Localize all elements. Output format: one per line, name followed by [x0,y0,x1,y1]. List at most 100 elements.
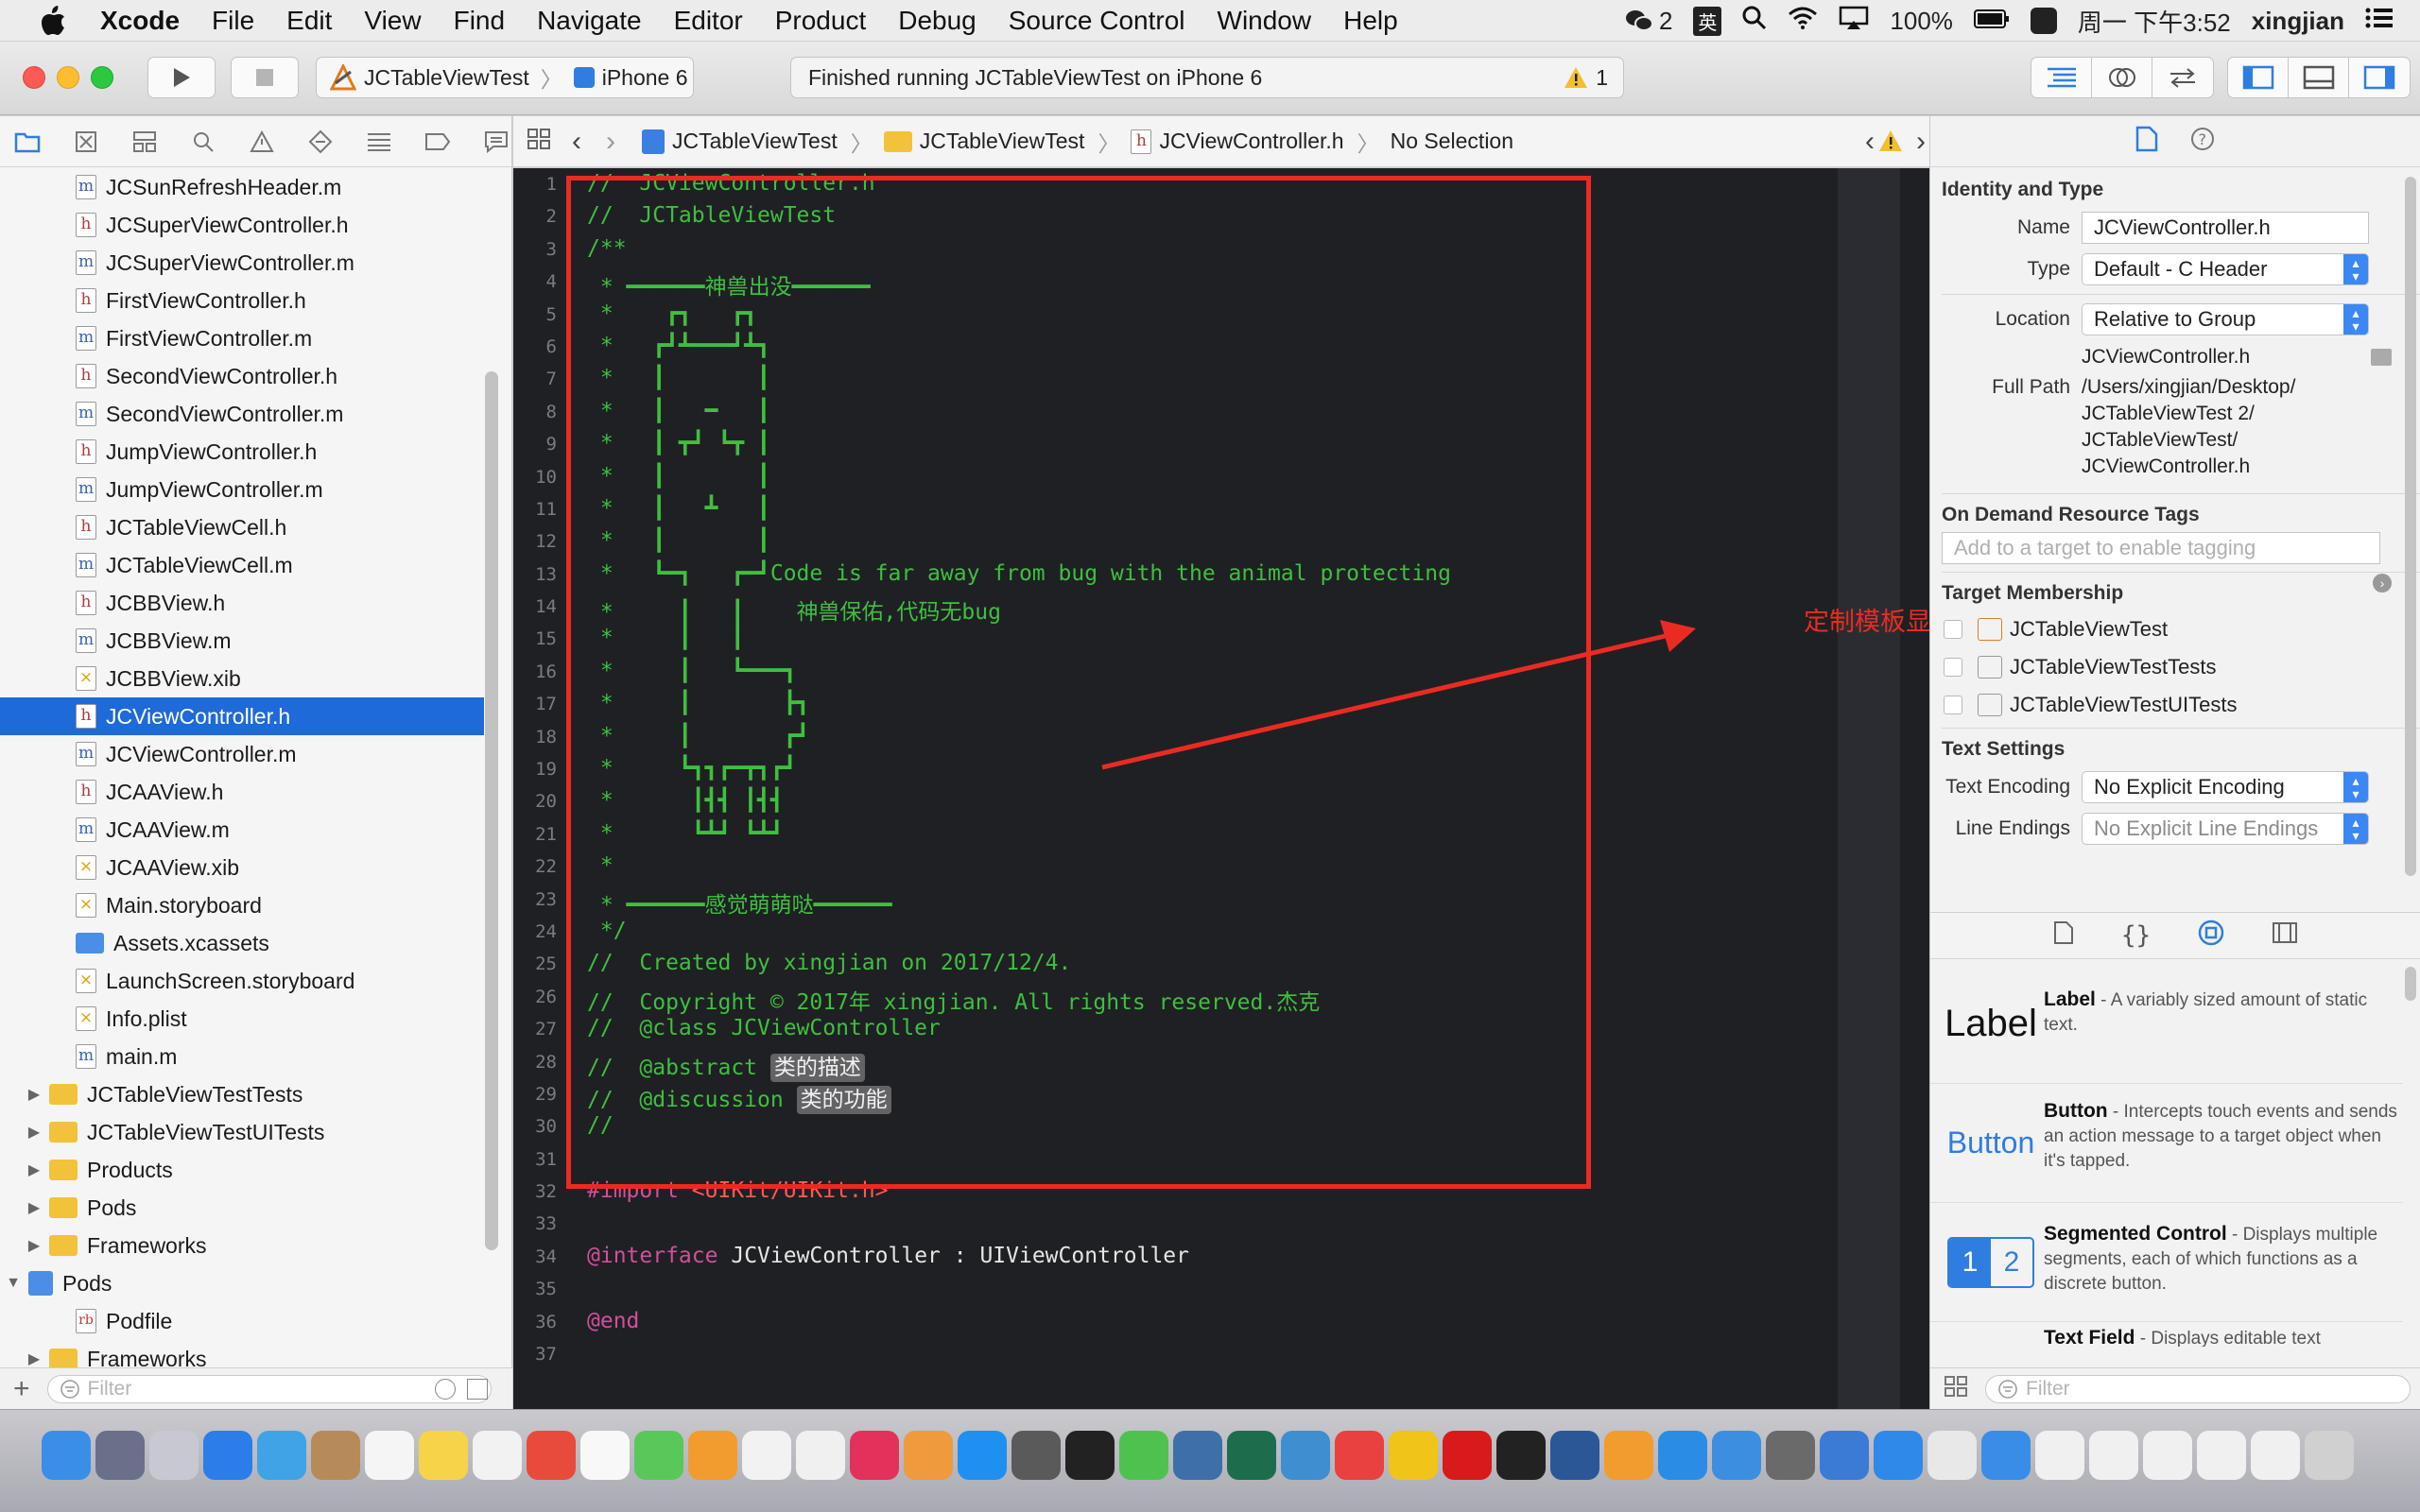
dock-app-icon[interactable] [634,1431,683,1480]
file-row[interactable]: h JCAAView.h [0,773,484,811]
add-icon[interactable]: + [13,1373,30,1405]
dock-app-icon[interactable] [904,1431,953,1480]
name-field[interactable]: JCViewController.h [2082,212,2369,244]
file-row[interactable]: m JCViewController.m [0,735,484,773]
breadcrumb-symbol[interactable]: No Selection [1391,129,1513,154]
dock-app-icon[interactable] [1874,1431,1923,1480]
dock-app-icon[interactable] [958,1431,1007,1480]
file-row[interactable]: m JCBBView.m [0,622,484,660]
disclosure-collapsed-icon[interactable]: ▶ [25,1085,43,1104]
file-row[interactable]: × LaunchScreen.storyboard [0,962,484,1000]
dock-app-icon[interactable] [2035,1431,2084,1480]
dock-app-icon[interactable] [203,1431,252,1480]
dock-app-icon[interactable] [473,1431,522,1480]
dock-app-icon[interactable] [1604,1431,1653,1480]
target-checkbox[interactable] [1944,620,1962,639]
dock-app-icon[interactable] [95,1431,145,1480]
file-row[interactable]: ▶ Frameworks [0,1340,484,1368]
assistant-editor-button[interactable] [2092,58,2152,97]
disclosure-collapsed-icon[interactable]: ▶ [25,1236,43,1255]
spotlight-icon[interactable] [1742,6,1767,37]
file-row[interactable]: ▶ Frameworks [0,1227,484,1264]
navigator-filter-input[interactable]: Filter [46,1374,492,1403]
previous-issue-icon[interactable]: ‹ [1865,126,1875,158]
file-row[interactable]: m main.m [0,1038,484,1075]
scrollbar-app-icon[interactable] [2030,8,2057,34]
navigator-scrollbar[interactable] [485,371,498,1250]
breadcrumb-group[interactable]: JCTableViewTest [883,129,1084,154]
disclosure-collapsed-icon[interactable]: ▶ [25,1123,43,1142]
file-row[interactable]: m JCTableViewCell.m [0,546,484,584]
menu-item-product[interactable]: Product [775,6,867,36]
toggle-utilities-button[interactable] [2349,58,2410,97]
file-row[interactable]: ▶ JCTableViewTestUITests [0,1113,484,1151]
target-checkbox[interactable] [1944,696,1962,714]
input-method-icon[interactable]: 英 [1693,6,1722,36]
file-row[interactable]: × Main.storyboard [0,886,484,924]
source-control-tab-icon[interactable] [72,128,100,156]
inspector-scrollbar[interactable] [2405,177,2416,876]
menu-item-find[interactable]: Find [454,6,505,36]
file-row[interactable]: rb Podfile [0,1302,484,1340]
dock-app-icon[interactable] [1173,1431,1222,1480]
forward-arrow-icon[interactable]: › [606,126,615,158]
dock-app-icon[interactable] [365,1431,414,1480]
dock-app-icon[interactable] [1119,1431,1168,1480]
code-snippet-library-tab-icon[interactable]: {} [2121,921,2151,950]
dock-app-icon[interactable] [1389,1431,1438,1480]
dock-app-icon[interactable] [1820,1431,1869,1480]
disclosure-collapsed-icon[interactable]: ▶ [25,1198,43,1217]
minimize-window-button[interactable] [57,66,79,89]
menu-item-view[interactable]: View [364,6,421,36]
file-row[interactable]: ▶ JCTableViewTestTests [0,1075,484,1113]
library-item-text-field[interactable]: Text Field - Displays editable text [1930,1322,2403,1347]
dock-app-icon[interactable] [1981,1431,2031,1480]
dock-app-icon[interactable] [1227,1431,1276,1480]
activity-warning[interactable]: 1 [1564,65,1608,91]
stop-button[interactable] [231,57,299,98]
menu-item-navigate[interactable]: Navigate [537,6,642,36]
jumpbar-warning-icon[interactable] [1878,129,1903,158]
media-library-tab-icon[interactable] [2272,921,2298,950]
next-issue-icon[interactable]: › [1916,126,1926,158]
dock-app-icon[interactable] [1712,1431,1761,1480]
dock-app-icon[interactable] [1065,1431,1115,1480]
quick-help-tab-icon[interactable]: ? [2190,127,2215,157]
file-row[interactable]: h JCSuperViewController.h [0,206,484,244]
dock-app-icon[interactable] [1766,1431,1815,1480]
file-row[interactable]: m JumpViewController.m [0,471,484,508]
symbol-navigator-tab-icon[interactable] [130,128,159,156]
dock-app-icon[interactable] [688,1431,737,1480]
wifi-icon[interactable] [1788,7,1818,36]
dock-app-icon[interactable] [742,1431,791,1480]
file-row[interactable]: h JCBBView.h [0,584,484,622]
file-row-selected[interactable]: h JCViewController.h [0,697,484,735]
battery-icon[interactable] [1973,7,2010,36]
library-item-segmented-control[interactable]: 1 2 Segmented Control - Displays multipl… [1930,1203,2403,1322]
dock-app-icon[interactable] [1443,1431,1492,1480]
scm-filter-icon[interactable] [467,1378,488,1400]
find-navigator-tab-icon[interactable] [189,128,217,156]
menu-item-file[interactable]: File [212,6,254,36]
object-library-tab-icon[interactable] [2198,919,2224,952]
choose-folder-icon[interactable] [2371,349,2392,366]
dock-app-icon[interactable] [1927,1431,1977,1480]
grid-view-icon[interactable] [1944,1375,1968,1403]
menu-item-help[interactable]: Help [1343,6,1398,36]
line-endings-popup[interactable]: No Explicit Line Endings ▴ ▾ [2082,813,2369,845]
dock-app-icon[interactable] [2251,1431,2300,1480]
dock-app-icon[interactable] [850,1431,899,1480]
run-button[interactable] [147,57,216,98]
dock-app-icon[interactable] [1011,1431,1061,1480]
dock-app-icon[interactable] [1550,1431,1599,1480]
dock-app-icon[interactable] [1335,1431,1384,1480]
file-row[interactable]: ▶ Pods [0,1189,484,1227]
toggle-navigator-button[interactable] [2228,58,2289,97]
breadcrumb-file[interactable]: h JCViewController.h [1131,129,1344,154]
dock-app-icon[interactable] [2143,1431,2192,1480]
file-row[interactable]: h SecondViewController.h [0,357,484,395]
menu-item-source-control[interactable]: Source Control [1009,6,1185,36]
file-inspector-tab-icon[interactable] [2135,126,2158,158]
notification-center-icon[interactable] [2365,7,2394,36]
dock-app-icon[interactable] [1658,1431,1707,1480]
